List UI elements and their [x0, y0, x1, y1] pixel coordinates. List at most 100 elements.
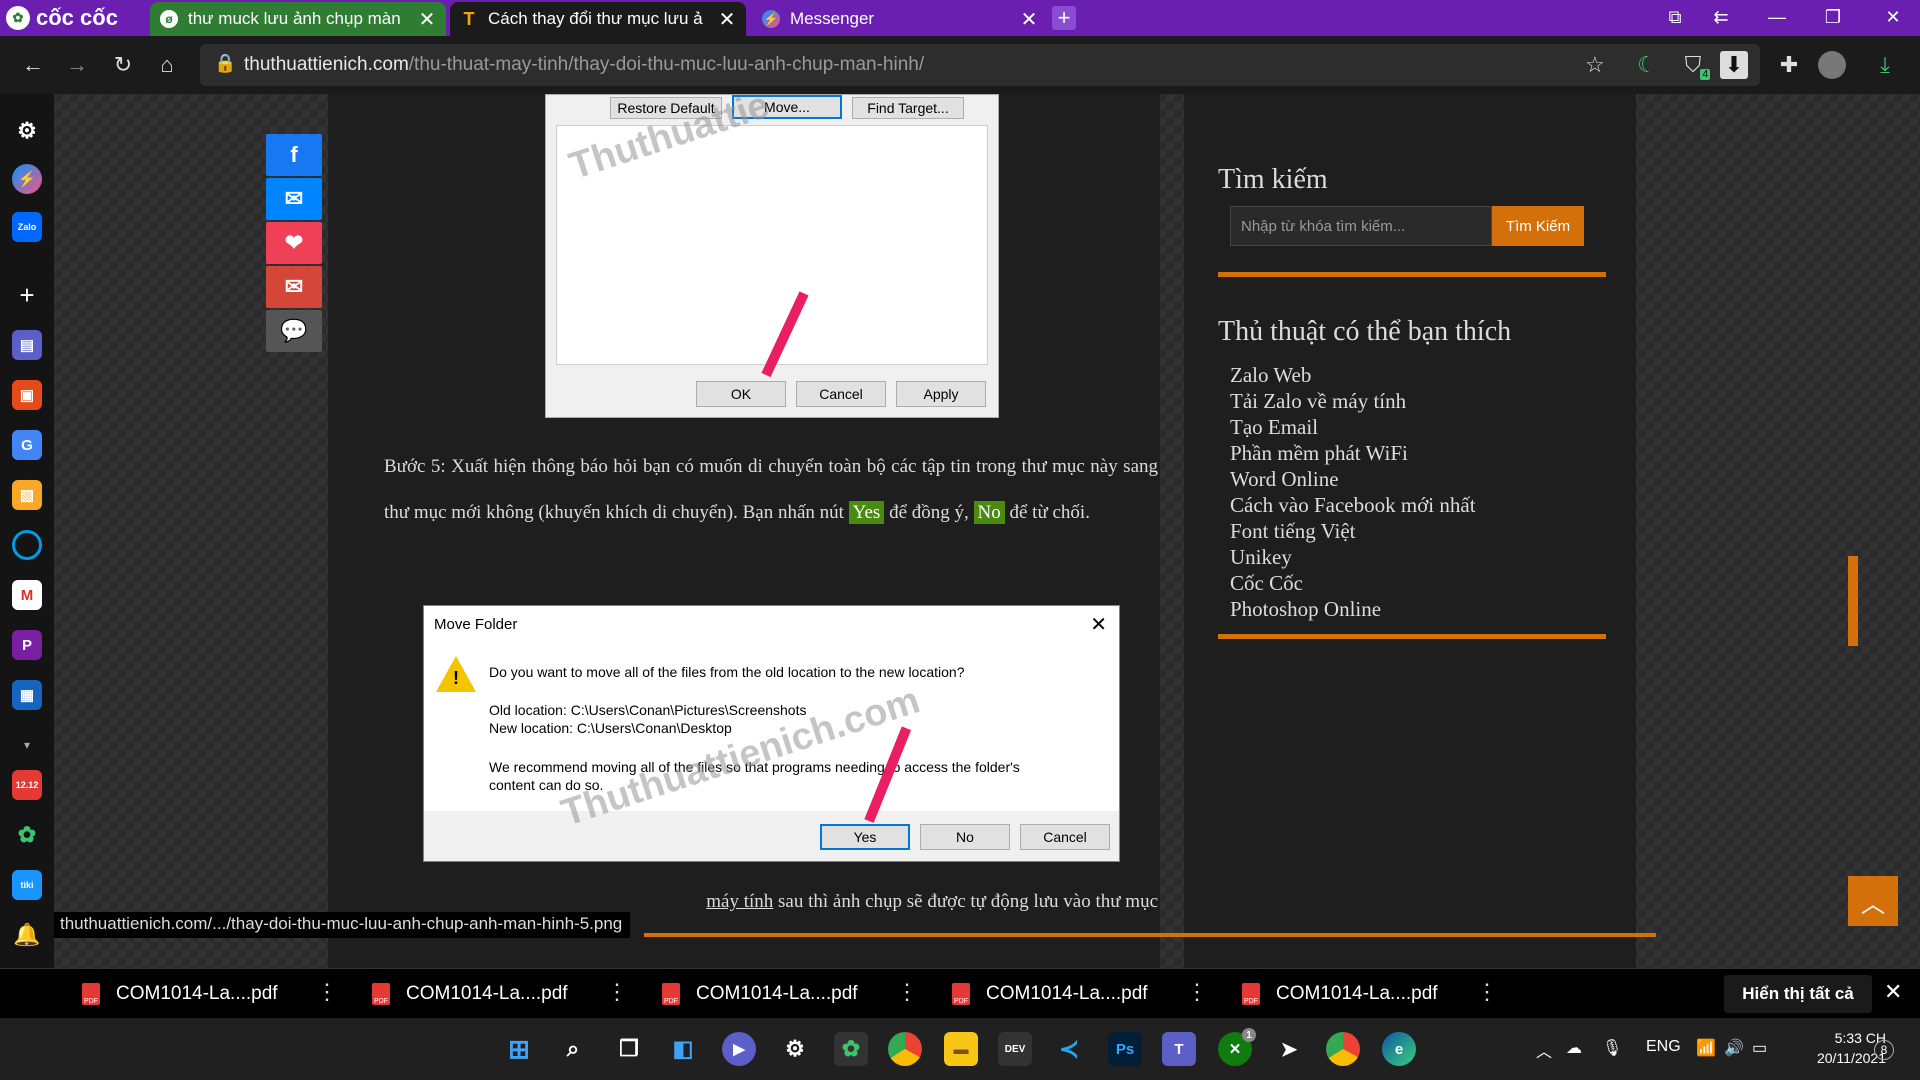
volume-icon[interactable]: 🔊 — [1724, 1038, 1744, 1058]
add-icon[interactable]: + — [12, 280, 42, 310]
close-download-bar-icon[interactable]: ✕ — [1884, 979, 1902, 1005]
list-item[interactable]: Zalo Web — [1230, 362, 1476, 388]
coccoc-taskbar-icon[interactable]: ✿ — [834, 1032, 868, 1066]
photos-icon[interactable]: ▧ — [12, 480, 42, 510]
list-item[interactable]: Phần mềm phát WiFi — [1230, 440, 1476, 466]
minimize-button[interactable]: — — [1754, 0, 1800, 34]
download-item[interactable]: PDF COM1014-La....pdf — [662, 969, 858, 1019]
dark-mode-icon[interactable]: ☾ — [1630, 48, 1664, 82]
list-item[interactable]: Tạo Email — [1230, 414, 1476, 440]
tab-3[interactable]: ⚡ Messenger ✕ — [752, 2, 1048, 36]
download-item[interactable]: PDF COM1014-La....pdf — [952, 969, 1148, 1019]
back-icon[interactable]: ← — [16, 48, 50, 82]
search-button[interactable]: Tìm Kiếm — [1492, 206, 1584, 246]
chrome-icon[interactable] — [888, 1032, 922, 1066]
messenger-icon[interactable]: ⚡ — [12, 164, 42, 194]
edge-icon[interactable]: e — [1382, 1032, 1416, 1066]
tab-2[interactable]: T Cách thay đổi thư mục lưu ả ✕ — [450, 2, 746, 36]
chart-app-icon[interactable]: ▦ — [12, 680, 42, 710]
download-item[interactable]: PDF COM1014-La....pdf — [372, 969, 568, 1019]
may-tinh-link[interactable]: máy tính — [706, 891, 773, 912]
list-item[interactable]: Cốc Cốc — [1230, 570, 1476, 596]
chrome-2-icon[interactable] — [1326, 1032, 1360, 1066]
home-icon[interactable]: ⌂ — [150, 48, 184, 82]
list-item[interactable]: Unikey — [1230, 544, 1476, 570]
clock[interactable]: 5:33 CH 20/11/2021 — [1790, 1028, 1886, 1068]
download-menu-icon[interactable]: ⋮ — [1476, 979, 1498, 1005]
list-item[interactable]: Photoshop Online — [1230, 596, 1476, 622]
dev-icon[interactable]: DEV — [998, 1032, 1032, 1066]
list-item[interactable]: Word Online — [1230, 466, 1476, 492]
address-bar[interactable]: 🔒 thuthuattienich.com/thu-thuat-may-tinh… — [200, 44, 1760, 86]
download-menu-icon[interactable]: ⋮ — [896, 979, 918, 1005]
download-item[interactable]: PDF COM1014-La....pdf — [1242, 969, 1438, 1019]
tiki-icon[interactable]: tiki — [12, 870, 42, 900]
share-pocket-icon[interactable]: ❤ — [266, 222, 322, 264]
close-tab-icon[interactable]: ✕ — [1020, 7, 1038, 32]
tab-1[interactable]: ø thư muck lưu ảnh chụp màn ✕ — [150, 2, 446, 36]
shield-icon[interactable]: ⛉ 4 — [1676, 48, 1710, 82]
task-view-icon[interactable]: ❒ — [612, 1032, 646, 1066]
app-icon-1[interactable]: ▤ — [12, 330, 42, 360]
cortana-icon[interactable] — [12, 530, 42, 560]
dialog-question: Do you want to move all of the files fro… — [489, 664, 965, 680]
screenshot-icon[interactable]: ⧉ — [1652, 0, 1698, 34]
xbox-icon[interactable]: ✕ 1 — [1218, 1028, 1256, 1066]
coccoc-game-icon[interactable]: ✿ — [12, 820, 42, 850]
download-menu-icon[interactable]: ⋮ — [316, 979, 338, 1005]
battery-icon[interactable]: ▭ — [1752, 1038, 1767, 1058]
gmail-icon[interactable]: M — [12, 580, 42, 610]
bookmark-star-icon[interactable]: ☆ — [1585, 52, 1605, 78]
photoshop-icon[interactable]: Ps — [1108, 1032, 1142, 1066]
more-down-icon[interactable]: ▾ — [12, 730, 42, 760]
app-icon-2[interactable]: ▣ — [12, 380, 42, 410]
notification-count[interactable]: 8 — [1874, 1040, 1894, 1060]
back-to-top-button[interactable]: ︿ — [1848, 876, 1898, 926]
notification-bell-icon[interactable]: 🔔 — [12, 920, 42, 950]
teams-icon[interactable]: T — [1162, 1032, 1196, 1066]
forward-icon[interactable]: → — [60, 48, 94, 82]
list-item[interactable]: Tải Zalo về máy tính — [1230, 388, 1476, 414]
show-all-button[interactable]: Hiển thị tất cả — [1724, 975, 1872, 1013]
chat-icon[interactable]: ▶ — [722, 1032, 756, 1066]
cursor-app-icon[interactable]: ➤ — [1272, 1032, 1306, 1066]
new-tab-button[interactable]: + — [1052, 5, 1076, 30]
tray-chevron-icon[interactable]: ︿ — [1536, 1038, 1552, 1062]
list-item[interactable]: Font tiếng Việt — [1230, 518, 1476, 544]
zalo-icon[interactable]: Zalo — [12, 212, 42, 242]
maximize-button[interactable]: ❐ — [1810, 0, 1856, 34]
start-icon[interactable]: ⊞ — [502, 1032, 536, 1066]
sale-1212-icon[interactable]: 12.12 — [12, 770, 42, 800]
settings-icon[interactable]: ⚙ — [778, 1032, 812, 1066]
p-app-icon[interactable]: P — [12, 630, 42, 660]
vscode-icon[interactable]: ≺ — [1052, 1032, 1086, 1066]
extensions-icon[interactable]: ✚ — [1772, 48, 1806, 82]
share-facebook-icon[interactable]: f — [266, 134, 322, 176]
download-menu-icon[interactable]: ⋮ — [1186, 979, 1208, 1005]
download-menu-icon[interactable]: ⋮ — [606, 979, 628, 1005]
avatar[interactable] — [1818, 51, 1846, 79]
share-comment-icon[interactable]: 💬 — [266, 310, 322, 352]
close-window-button[interactable]: ✕ — [1866, 0, 1920, 34]
widgets-icon[interactable]: ◧ — [666, 1032, 700, 1066]
close-tab-icon[interactable]: ✕ — [718, 7, 736, 32]
share-messenger-icon[interactable]: ✉ — [266, 178, 322, 220]
download-icon[interactable]: ⤓ — [1868, 48, 1902, 82]
download-item[interactable]: PDF COM1014-La....pdf — [82, 969, 278, 1019]
sidebar-toggle-icon[interactable]: ⇇ — [1698, 0, 1744, 34]
file-explorer-icon[interactable]: ▬ — [944, 1032, 978, 1066]
wifi-icon[interactable]: 📶 — [1696, 1038, 1716, 1058]
translate-icon[interactable]: G — [12, 430, 42, 460]
share-email-icon[interactable]: ✉ — [266, 266, 322, 308]
savefrom-icon[interactable]: ⬇ — [1720, 51, 1748, 79]
search-icon[interactable]: ⌕ — [556, 1032, 590, 1066]
reload-icon[interactable]: ↻ — [106, 48, 140, 82]
language-indicator[interactable]: ENG — [1646, 1038, 1681, 1056]
mic-icon[interactable]: 🎙 — [1602, 1038, 1622, 1058]
coccoc-logo[interactable]: ✿ cốc cốc — [6, 4, 130, 32]
settings-icon[interactable]: ⚙ — [12, 116, 42, 146]
onedrive-icon[interactable]: ☁ — [1566, 1038, 1582, 1058]
close-tab-icon[interactable]: ✕ — [418, 7, 436, 32]
search-input[interactable]: Nhập từ khóa tìm kiếm... — [1230, 206, 1492, 246]
list-item[interactable]: Cách vào Facebook mới nhất — [1230, 492, 1476, 518]
